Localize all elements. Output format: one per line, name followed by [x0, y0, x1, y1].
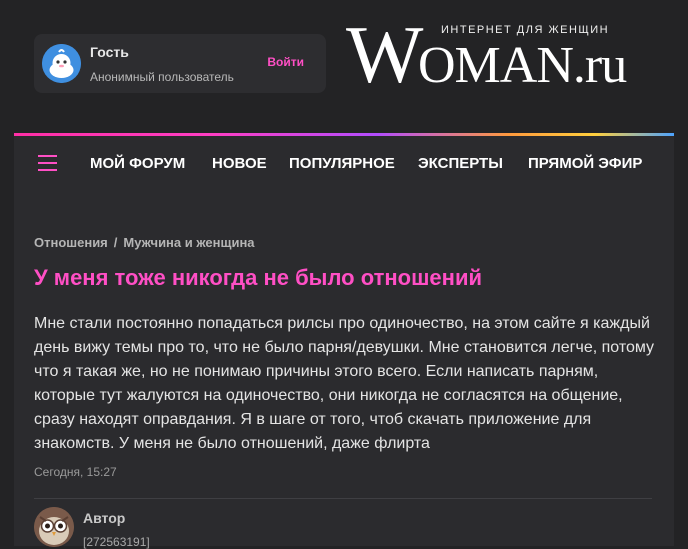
- nav-item-live[interactable]: ПРЯМОЙ ЭФИР: [528, 155, 642, 172]
- nav-item-my-forum[interactable]: МОЙ ФОРУМ: [90, 155, 185, 172]
- nav-item-popular[interactable]: ПОПУЛЯРНОЕ: [289, 155, 395, 172]
- breadcrumb-link-relations[interactable]: Отношения: [34, 235, 108, 250]
- owl-avatar-icon[interactable]: [34, 507, 74, 547]
- site-header: Гость Анонимный пользователь Войти ИНТЕР…: [0, 0, 688, 133]
- post-title: У меня тоже никогда не было отношений: [34, 265, 482, 290]
- nav-item-experts[interactable]: ЭКСПЕРТЫ: [418, 155, 503, 172]
- logo-text: OMAN.ru: [418, 37, 627, 94]
- user-status: Анонимный пользователь: [90, 70, 234, 84]
- login-button[interactable]: Войти: [267, 55, 304, 69]
- user-name: Гость: [90, 44, 129, 60]
- breadcrumb-separator: /: [113, 235, 118, 250]
- divider: [34, 498, 652, 499]
- burger-menu-icon[interactable]: [38, 155, 57, 171]
- site-logo[interactable]: ИНТЕРНЕТ ДЛЯ ЖЕНЩИН W OMAN.ru: [346, 14, 666, 100]
- nav-item-new[interactable]: НОВОЕ: [212, 155, 267, 172]
- logo-tagline: ИНТЕРНЕТ ДЛЯ ЖЕНЩИН: [441, 24, 610, 36]
- nav-gradient-bar: [14, 133, 674, 136]
- author-id[interactable]: [272563191]: [83, 535, 150, 549]
- guest-whale-icon: [42, 44, 81, 83]
- post-body: Мне стали постоянно попадаться рилсы про…: [34, 315, 655, 452]
- breadcrumb: Отношения / Мужчина и женщина: [34, 235, 255, 250]
- user-card: Гость Анонимный пользователь Войти: [34, 34, 326, 93]
- author-label: Автор: [83, 510, 126, 526]
- post-panel: Отношения / Мужчина и женщина У меня тоже …: [14, 193, 674, 549]
- breadcrumb-link-man-woman[interactable]: Мужчина и женщина: [123, 235, 254, 250]
- post-date: Сегодня, 15:27: [34, 465, 117, 479]
- side-strip: [674, 193, 688, 546]
- logo-letter: W: [346, 9, 424, 100]
- main-nav: МОЙ ФОРУМ НОВОЕ ПОПУЛЯРНОЕ ЭКСПЕРТЫ ПРЯМ…: [14, 133, 674, 193]
